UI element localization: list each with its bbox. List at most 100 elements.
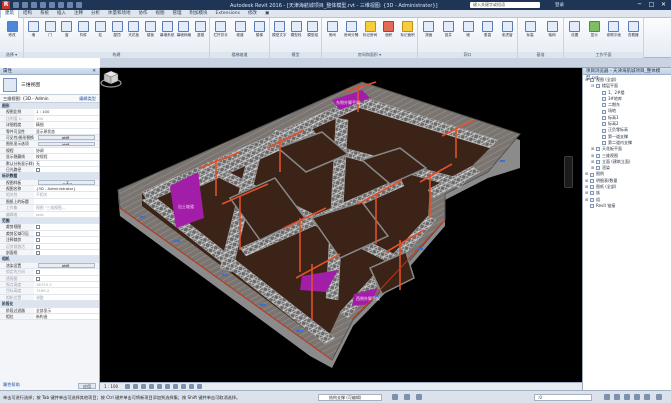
ribbon-tab[interactable]: 建筑 xyxy=(0,9,19,18)
ribbon-button[interactable]: 墙 xyxy=(25,20,41,50)
browser-node[interactable]: Revit 链接 xyxy=(585,203,671,209)
ribbon-button[interactable]: 垂直 xyxy=(480,20,496,50)
ribbon-button[interactable]: 竖梃 xyxy=(193,20,209,50)
property-value[interactable]: 按规程 xyxy=(34,154,99,160)
crop-view-icon[interactable] xyxy=(165,384,171,389)
save-icon[interactable] xyxy=(22,2,28,8)
ribbon-button[interactable]: 轴网 xyxy=(544,20,560,50)
ribbon-button[interactable]: 标记房间 xyxy=(362,20,378,50)
ribbon-tab[interactable]: 系统 xyxy=(36,10,53,18)
instance-selector[interactable]: 三维视图: {3D - Admin 编辑类型 xyxy=(0,95,99,103)
ribbon-tab[interactable]: 修改 xyxy=(244,10,261,18)
ribbon-button[interactable]: 参照平面 xyxy=(606,20,622,50)
property-value[interactable]: {3D - Administrator} xyxy=(34,186,99,192)
reveal-hidden-icon[interactable] xyxy=(197,384,203,389)
properties-help-link[interactable]: 属性帮助 xyxy=(3,382,20,388)
sun-path-icon[interactable] xyxy=(141,384,147,389)
design-options-icon[interactable] xyxy=(404,394,410,400)
ribbon-button[interactable]: 楼板 xyxy=(142,20,158,50)
ribbon-button[interactable]: 查看器 xyxy=(625,20,641,50)
measure-icon[interactable] xyxy=(58,2,64,8)
ribbon-tab[interactable]: 分析 xyxy=(87,10,104,18)
view-scale[interactable]: 1 : 100 xyxy=(104,384,118,389)
3d-view-icon[interactable] xyxy=(76,2,82,8)
ribbon-tab[interactable]: 插入 xyxy=(53,10,70,18)
select-by-face-icon[interactable] xyxy=(634,394,640,400)
property-checkbox-cell[interactable] xyxy=(34,237,99,243)
print-icon[interactable] xyxy=(49,2,55,8)
property-value[interactable]: 1 : 100 xyxy=(34,109,99,115)
ribbon-button[interactable]: 天花板 xyxy=(126,20,142,50)
ribbon-button[interactable]: 墙 xyxy=(460,20,476,50)
property-checkbox-cell[interactable] xyxy=(34,166,99,173)
select-pinned-icon[interactable] xyxy=(624,394,630,400)
ribbon-button[interactable]: 坡道 xyxy=(232,20,248,50)
undo-icon[interactable] xyxy=(31,2,37,8)
ribbon-tab[interactable]: 结构 xyxy=(19,10,36,18)
property-edit-button[interactable]: <无> xyxy=(38,180,95,185)
ribbon-button[interactable]: 竖井 xyxy=(440,20,456,50)
property-value[interactable]: 显示原状态 xyxy=(34,128,99,134)
tag-icon[interactable] xyxy=(67,2,73,8)
property-value[interactable]: 无 xyxy=(34,160,99,166)
property-edit-button[interactable]: 编辑... xyxy=(38,141,95,147)
property-checkbox-cell[interactable] xyxy=(34,224,99,230)
revit-logo-icon[interactable]: R xyxy=(2,1,10,9)
ribbon-button[interactable]: 窗 xyxy=(59,20,75,50)
worksets-icon[interactable] xyxy=(392,394,398,400)
type-selector[interactable]: 三维视图 xyxy=(0,75,99,95)
checkbox[interactable] xyxy=(36,231,40,236)
ribbon-button[interactable]: 构件 xyxy=(76,20,92,50)
ribbon-tab[interactable]: 视图 xyxy=(152,10,169,18)
ribbon-button[interactable]: 显示 xyxy=(586,20,602,50)
ribbon-tab[interactable]: 管理 xyxy=(169,10,186,18)
ribbon-button[interactable]: 老虎窗 xyxy=(499,20,515,50)
ribbon-button[interactable]: 模型线 xyxy=(288,20,304,50)
shadows-icon[interactable] xyxy=(149,384,155,389)
ribbon-button[interactable]: 标高 xyxy=(522,20,538,50)
checkbox[interactable] xyxy=(36,250,40,255)
detail-level-icon[interactable] xyxy=(125,384,131,389)
hide-isolate-icon[interactable] xyxy=(189,384,195,389)
filter-icon[interactable] xyxy=(656,394,662,400)
checkbox[interactable] xyxy=(36,238,40,243)
ribbon-tab[interactable]: 注释 xyxy=(70,10,87,18)
ribbon-button[interactable]: 模型文字 xyxy=(271,20,287,50)
render-icon[interactable] xyxy=(157,384,163,389)
ribbon-tab[interactable]: 协作 xyxy=(135,10,152,18)
navigation-bar[interactable] xyxy=(564,156,573,188)
ribbon-button[interactable]: 房间 xyxy=(324,20,340,50)
redo-icon[interactable] xyxy=(40,2,46,8)
ribbon-button[interactable]: 标记面积 xyxy=(400,20,416,50)
3d-viewport[interactable]: 东侧外脚手架 出土坡道 西侧外脚手架 xyxy=(100,68,582,382)
show-crop-icon[interactable] xyxy=(173,384,179,389)
ribbon-button[interactable]: 幕墙系统 xyxy=(159,20,175,50)
ribbon-tab[interactable]: 附加模块 xyxy=(186,10,212,18)
ribbon-button[interactable]: 房间分隔 xyxy=(343,20,359,50)
ribbon-button[interactable]: 设置 xyxy=(567,20,583,50)
ribbon-tab[interactable]: ▣ xyxy=(261,10,273,18)
select-links-icon[interactable] xyxy=(604,394,610,400)
visual-style-icon[interactable] xyxy=(133,384,139,389)
apply-button[interactable]: 应用 xyxy=(78,383,96,389)
ribbon-button[interactable]: 门 xyxy=(42,20,58,50)
property-checkbox-cell[interactable] xyxy=(34,230,99,237)
property-value[interactable]: 新构造 xyxy=(34,313,99,320)
property-edit-button[interactable]: 编辑... xyxy=(38,263,95,268)
ribbon-button[interactable]: 模型组 xyxy=(305,20,321,50)
selection-filter[interactable]: :0 xyxy=(534,394,592,401)
ribbon-button[interactable]: 栏杆扶手 xyxy=(213,20,229,50)
close-icon[interactable]: ✕ xyxy=(92,68,96,75)
checkbox[interactable] xyxy=(36,167,40,172)
active-workset[interactable]: 结构支撑 (可编辑) xyxy=(318,394,382,401)
edit-type-button[interactable]: 编辑类型 xyxy=(79,95,96,102)
maximize-button[interactable]: □ xyxy=(646,1,657,9)
property-edit-button[interactable]: 编辑... xyxy=(38,135,95,140)
close-button[interactable]: ✕ xyxy=(658,1,669,9)
open-icon[interactable] xyxy=(13,2,19,8)
ribbon-button[interactable]: 按面 xyxy=(421,20,437,50)
3d-model-canvas[interactable]: 东侧外脚手架 出土坡道 西侧外脚手架 xyxy=(100,68,582,382)
property-value[interactable]: 协调 xyxy=(34,147,99,154)
property-value[interactable]: 精细 xyxy=(34,122,99,128)
property-value[interactable]: 全部显示 xyxy=(34,307,99,313)
